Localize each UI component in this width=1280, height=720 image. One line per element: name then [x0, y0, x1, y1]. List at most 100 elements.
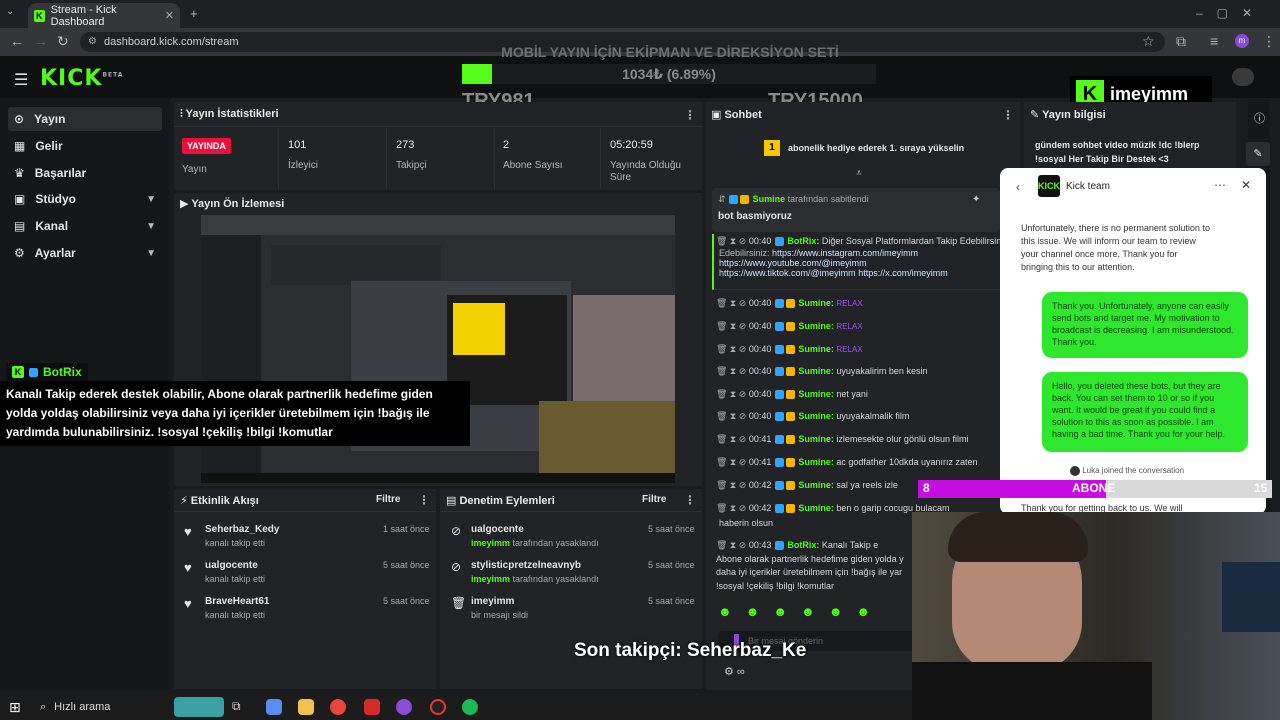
browser-menu-icon[interactable]: ⋮: [1262, 33, 1276, 50]
chat-username[interactable]: Sumine:: [798, 321, 834, 331]
chat-username[interactable]: Sumine:: [798, 366, 834, 376]
close-icon[interactable]: ✕: [1241, 178, 1251, 192]
close-tab-icon[interactable]: ✕: [165, 9, 174, 22]
goal-progress-text: 1034₺ (6.89%): [622, 66, 716, 82]
stats-menu-icon[interactable]: ⋮: [684, 108, 696, 122]
reload-icon[interactable]: ↻: [57, 33, 69, 50]
mod-actions-icon[interactable]: 🗑 ⧗ ⊘: [716, 434, 746, 444]
sidebar-item-label: Ayarlar: [34, 246, 76, 260]
chat-text: uyuyakalirim ben kesin: [836, 366, 928, 376]
divider: [440, 511, 702, 512]
emote-bar[interactable]: ☻☻☻☻☻☻: [718, 604, 884, 619]
mod-actions-icon[interactable]: 🗑 ⧗ ⊘: [716, 457, 746, 467]
bot-badge-icon: [774, 322, 784, 332]
bookmark-star-icon[interactable]: ☆: [1142, 33, 1155, 50]
app-icon[interactable]: [364, 699, 380, 715]
followers-count: 273: [396, 139, 415, 151]
chat-username[interactable]: Sumine:: [798, 503, 834, 513]
twitch-app-icon[interactable]: [396, 699, 412, 715]
mod-actions-icon[interactable]: 🗑 ⧗ ⊘: [716, 298, 746, 308]
sidebar-item-studyo[interactable]: ▣ Stüdyo ▼: [8, 187, 162, 211]
instagram-link[interactable]: https://www.instagram.com/imeyimm: [772, 248, 918, 258]
tiktok-link[interactable]: https://www.tiktok.com/@imeyimm: [719, 268, 856, 278]
browser-tab[interactable]: K Stream - Kick Dashboard ✕: [28, 3, 180, 28]
crown-badge-icon: [785, 481, 795, 491]
back-icon[interactable]: ←: [10, 33, 24, 49]
back-arrow-icon[interactable]: ‹: [1016, 180, 1020, 194]
luka-avatar: [1070, 466, 1080, 476]
media-icon[interactable]: ≡: [1210, 33, 1218, 49]
chat-username[interactable]: Sumine:: [798, 480, 834, 490]
chat-username[interactable]: Sumine:: [798, 389, 834, 399]
mod-actions-icon[interactable]: 🗑 ⧗ ⊘: [716, 389, 746, 399]
crown-badge-icon: [785, 412, 795, 422]
unpin-icon[interactable]: ✦: [972, 194, 980, 205]
divider: [386, 128, 387, 188]
new-tab-icon[interactable]: +: [190, 6, 198, 21]
obs-icon[interactable]: [430, 699, 446, 715]
activity-menu-icon[interactable]: ⋮: [418, 493, 430, 507]
bot-badge-icon: [774, 458, 784, 468]
mod-actions-icon[interactable]: 🗑 ⧗ ⊘: [716, 480, 746, 490]
sidebar-item-ayarlar[interactable]: ⚙ Ayarlar ▼: [8, 241, 162, 265]
mod-actions-icon[interactable]: 🗑 ⧗ ⊘: [716, 366, 746, 376]
mod-actions-icon[interactable]: 🗑 ⧗ ⊘: [716, 321, 746, 331]
chat-username[interactable]: Sumine:: [798, 298, 834, 308]
gift-cta-text[interactable]: abonelik hediye ederek 1. sıraya yükseli…: [788, 143, 964, 153]
x-link[interactable]: https://x.com/imeyimm: [858, 268, 948, 278]
chevron-down-icon: ▼: [146, 247, 156, 259]
moderation-menu-icon[interactable]: ⋮: [684, 493, 696, 507]
preview-title: ▶ Yayın Ön İzlemesi: [180, 198, 285, 210]
widgets-icon[interactable]: [174, 697, 224, 717]
sidebar-item-kanal[interactable]: ▤ Kanal ▼: [8, 214, 162, 238]
activity-name[interactable]: ualgocente: [205, 560, 258, 571]
chat-username[interactable]: Sumine:: [798, 344, 834, 354]
task-view-icon[interactable]: ⧉: [232, 699, 241, 714]
mod-actions-icon[interactable]: 🗑 ⧗ ⊘: [716, 411, 746, 421]
chat-username[interactable]: Sumine:: [798, 411, 834, 421]
hamburger-menu-icon[interactable]: ☰: [14, 70, 28, 90]
sidebar-item-gelir[interactable]: ▦ Gelir: [8, 134, 162, 158]
chat-username[interactable]: Sumine:: [798, 457, 834, 467]
collapse-icon[interactable]: ⩡: [856, 168, 862, 179]
windows-start-icon[interactable]: ⊞: [9, 699, 21, 716]
chat-username[interactable]: Sumine:: [798, 434, 834, 444]
moderation-filter-button[interactable]: Filtre: [642, 494, 666, 505]
window-controls[interactable]: –▢✕: [1196, 6, 1266, 20]
sidebar-item-basarilar[interactable]: ♛ Başarılar: [8, 161, 162, 185]
pencil-icon[interactable]: ✎: [1246, 142, 1270, 166]
sidebar-item-yayin[interactable]: ⊙ Yayın: [8, 107, 162, 131]
background-monitor: [1222, 562, 1280, 632]
forward-icon[interactable]: →: [34, 33, 48, 49]
chat-menu-icon[interactable]: ⋮: [1002, 108, 1014, 122]
divider: [174, 511, 436, 512]
file-explorer-icon[interactable]: [298, 699, 314, 715]
support-menu-icon[interactable]: ⋯: [1214, 178, 1226, 192]
chat-settings-icon[interactable]: ⚙ ∞: [724, 665, 745, 678]
moderation-target[interactable]: ualgocente: [471, 524, 524, 535]
mod-actions-icon[interactable]: 🗑 ⧗ ⊘: [716, 344, 746, 354]
moderation-target[interactable]: stylisticpretzelneavnyb: [471, 560, 581, 571]
camera-icon: ▶: [180, 198, 192, 210]
user-avatar[interactable]: [1232, 68, 1254, 86]
chrome-icon[interactable]: [330, 699, 346, 715]
activity-name[interactable]: BraveHeart61: [205, 596, 270, 607]
chat-line: 🗑 ⧗ ⊘ 00:40 Sumine: uyuyakalirim ben kes…: [716, 366, 1000, 377]
kick-logo[interactable]: KICKBETA: [40, 66, 123, 91]
copilot-icon[interactable]: [266, 699, 282, 715]
info-icon[interactable]: ⓘ: [1254, 110, 1265, 126]
taskbar-search[interactable]: ⌕ Hızlı arama: [32, 695, 182, 719]
site-info-icon[interactable]: ⚙: [88, 36, 97, 47]
youtube-link[interactable]: https://www.youtube.com/@imeyimm: [719, 258, 867, 268]
tab-list-icon[interactable]: ⌄: [6, 6, 14, 17]
activity-name[interactable]: Seherbaz_Kedy: [205, 524, 279, 535]
profile-avatar[interactable]: m: [1235, 34, 1249, 48]
extensions-icon[interactable]: ⧉: [1176, 33, 1186, 50]
spotify-icon[interactable]: [462, 699, 478, 715]
mod-actions-icon[interactable]: 🗑 ⧗ ⊘: [716, 503, 746, 513]
streamer-shirt: [912, 662, 1152, 720]
activity-filter-button[interactable]: Filtre: [376, 494, 400, 505]
chat-time: 00:40: [748, 321, 772, 331]
activity-action: kanalı takip etti: [205, 538, 266, 548]
moderation-target[interactable]: imeyimm: [471, 596, 514, 607]
